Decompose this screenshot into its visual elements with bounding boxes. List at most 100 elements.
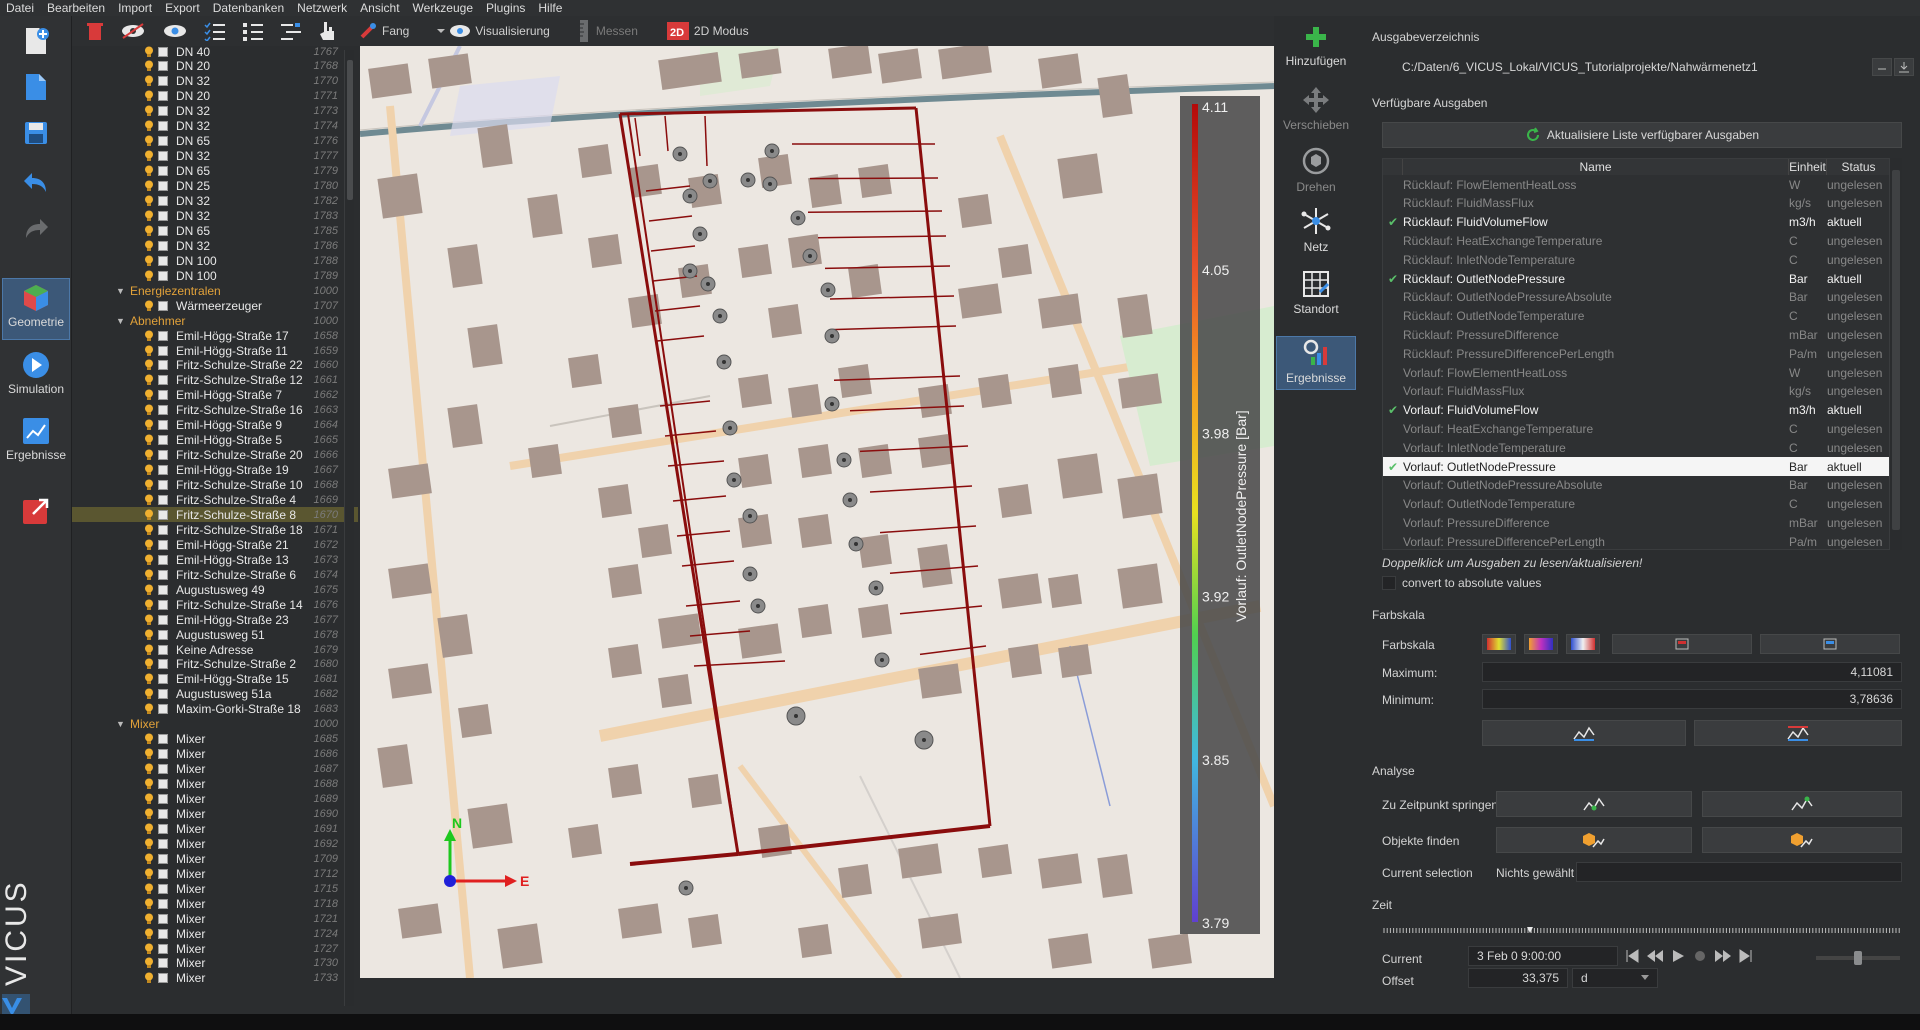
tree-item[interactable]: Mixer 1687 <box>72 762 358 777</box>
tool-ergebnisse[interactable]: Ergebnisse <box>1276 336 1356 390</box>
visibility-checkbox[interactable] <box>158 196 168 206</box>
tool-netz[interactable]: Netz <box>1274 206 1358 254</box>
tree-item[interactable]: DN 65 1776 <box>72 134 358 149</box>
visibility-checkbox[interactable] <box>158 375 168 386</box>
select-all-button[interactable] <box>200 18 234 44</box>
tree-item[interactable]: Fritz-Schulze-Straße 4 1669 <box>72 493 358 508</box>
output-row[interactable]: Vorlauf: PressureDifferencePerLength Pa/m… <box>1383 532 1889 549</box>
colorscale-auto-button[interactable] <box>1760 634 1900 654</box>
tool-verschieben[interactable]: Verschieben <box>1274 86 1358 132</box>
lightbulb-icon[interactable] <box>144 599 154 611</box>
tree-item[interactable]: DN 25 1780 <box>72 179 358 194</box>
lightbulb-icon[interactable] <box>144 359 154 371</box>
tree-item[interactable]: Mixer 1712 <box>72 866 358 881</box>
lightbulb-icon[interactable] <box>144 389 154 401</box>
tree-item[interactable]: DN 20 1768 <box>72 59 358 74</box>
visibility-checkbox[interactable] <box>158 390 168 401</box>
new-file-button[interactable] <box>6 20 66 62</box>
tree-item[interactable]: Keine Adresse 1679 <box>72 642 358 657</box>
lightbulb-icon[interactable] <box>144 972 154 984</box>
menu-3[interactable]: Export <box>165 0 200 16</box>
lightbulb-icon[interactable] <box>144 539 154 551</box>
lightbulb-icon[interactable] <box>144 913 154 925</box>
lightbulb-icon[interactable] <box>144 524 154 536</box>
tree-item[interactable]: Mixer 1718 <box>72 896 358 911</box>
tree-item[interactable]: Fritz-Schulze-Straße 8 1670 <box>72 507 358 523</box>
mode-ergebnisse[interactable]: Ergebnisse <box>2 412 70 474</box>
lightbulb-icon[interactable] <box>144 374 154 386</box>
visibility-checkbox[interactable] <box>158 898 168 909</box>
pipe-segment[interactable] <box>627 113 739 855</box>
tree-item[interactable]: Fritz-Schulze-Straße 20 1666 <box>72 448 358 463</box>
visibility-checkbox[interactable] <box>158 868 168 879</box>
visibility-checkbox[interactable] <box>158 659 168 670</box>
output-row[interactable]: Vorlauf: OutletNodePressureAbsolute Bar un… <box>1383 476 1889 495</box>
lightbulb-icon[interactable] <box>144 763 154 775</box>
output-row[interactable]: Vorlauf: FluidMassFlux kg/s ungelesen <box>1383 382 1889 401</box>
lightbulb-icon[interactable] <box>144 928 154 940</box>
lightbulb-icon[interactable] <box>144 225 154 237</box>
lightbulb-icon[interactable] <box>144 330 154 342</box>
set-scale-current-button[interactable] <box>1482 720 1686 746</box>
menu-6[interactable]: Ansicht <box>360 0 399 16</box>
tree-item[interactable]: DN 32 1777 <box>72 149 358 164</box>
scene-view[interactable]: N E 4.11 4.05 3.98 3.92 3.85 3.79 Vorlauf: Ou… <box>360 46 1274 978</box>
lightbulb-icon[interactable] <box>144 673 154 685</box>
output-row[interactable]: Vorlauf: InletNodeTemperature Cungelesen <box>1383 438 1889 457</box>
export-button[interactable] <box>6 490 66 532</box>
tree-item[interactable]: Emil-Högg-Straße 21 1672 <box>72 537 358 552</box>
tree-item[interactable]: Emil-Högg-Straße 17 1658 <box>72 328 358 343</box>
output-row[interactable]: Vorlauf: HeatExchangeTemperature Cungeles… <box>1383 419 1889 438</box>
mode-simulation[interactable]: Simulation <box>2 346 70 408</box>
col-name[interactable]: Name <box>1403 159 1789 175</box>
lightbulb-icon[interactable] <box>144 255 154 267</box>
lightbulb-icon[interactable] <box>144 629 154 641</box>
lightbulb-icon[interactable] <box>144 778 154 790</box>
lightbulb-icon[interactable] <box>144 165 154 177</box>
tree-item[interactable]: Mixer 1721 <box>72 911 358 926</box>
lightbulb-icon[interactable] <box>144 75 154 87</box>
visibility-checkbox[interactable] <box>158 823 168 834</box>
colorscale-blue-red-button[interactable] <box>1566 634 1600 654</box>
lightbulb-icon[interactable] <box>144 434 154 446</box>
menu-8[interactable]: Plugins <box>486 0 525 16</box>
visibility-checkbox[interactable] <box>158 360 168 371</box>
visibility-checkbox[interactable] <box>158 61 168 72</box>
visibility-checkbox[interactable] <box>158 509 168 520</box>
visibility-checkbox[interactable] <box>158 554 168 565</box>
visibility-checkbox[interactable] <box>158 584 168 595</box>
tree-item[interactable]: Emil-Högg-Straße 19 1667 <box>72 463 358 478</box>
tree-item[interactable]: Mixer 1691 <box>72 821 358 836</box>
tree-item[interactable]: Mixer 1688 <box>72 777 358 792</box>
path-browse-button[interactable] <box>1872 58 1892 76</box>
lightbulb-icon[interactable] <box>144 300 154 312</box>
visibility-checkbox[interactable] <box>158 121 168 132</box>
visibility-checkbox[interactable] <box>158 495 168 505</box>
tree-item[interactable]: Mixer 1685 <box>72 732 358 747</box>
tree-item[interactable]: Emil-Högg-Straße 7 1662 <box>72 388 358 403</box>
tree-item[interactable]: Mixer 1715 <box>72 881 358 896</box>
tree-item[interactable]: DN 40 1767 <box>72 46 358 59</box>
tree-item[interactable]: Mixer 1730 <box>72 956 358 971</box>
tree-item[interactable]: Emil-Högg-Straße 15 1681 <box>72 672 358 687</box>
mode-geometrie[interactable]: Geometrie <box>2 278 70 340</box>
lightbulb-icon[interactable] <box>144 404 154 416</box>
tree-item[interactable]: DN 32 1783 <box>72 208 358 223</box>
speed-slider[interactable] <box>1816 951 1900 965</box>
lightbulb-icon[interactable] <box>144 644 154 656</box>
output-row[interactable]: ✔ Vorlauf: OutletNodePressure Bar aktuell <box>1383 457 1889 476</box>
tree-item[interactable]: Maxim-Gorki-Straße 18 1683 <box>72 702 358 717</box>
chevron-down-icon[interactable]: ▼ <box>116 719 126 729</box>
path-download-button[interactable] <box>1894 58 1914 76</box>
lightbulb-icon[interactable] <box>144 464 154 476</box>
tool-standort[interactable]: Standort <box>1274 270 1358 316</box>
find-max-objects-button[interactable] <box>1702 827 1902 853</box>
jump-min-button[interactable] <box>1496 791 1692 817</box>
pointer-button[interactable] <box>314 18 344 44</box>
visibility-checkbox[interactable] <box>158 524 168 535</box>
pipe-segment[interactable] <box>704 115 708 167</box>
tool-hinzufuegen[interactable]: Hinzufügen <box>1274 24 1358 68</box>
fang-button[interactable]: Fang <box>354 18 413 44</box>
tree-item[interactable]: DN 32 1774 <box>72 119 358 134</box>
speed-slider-handle[interactable] <box>1854 951 1862 965</box>
